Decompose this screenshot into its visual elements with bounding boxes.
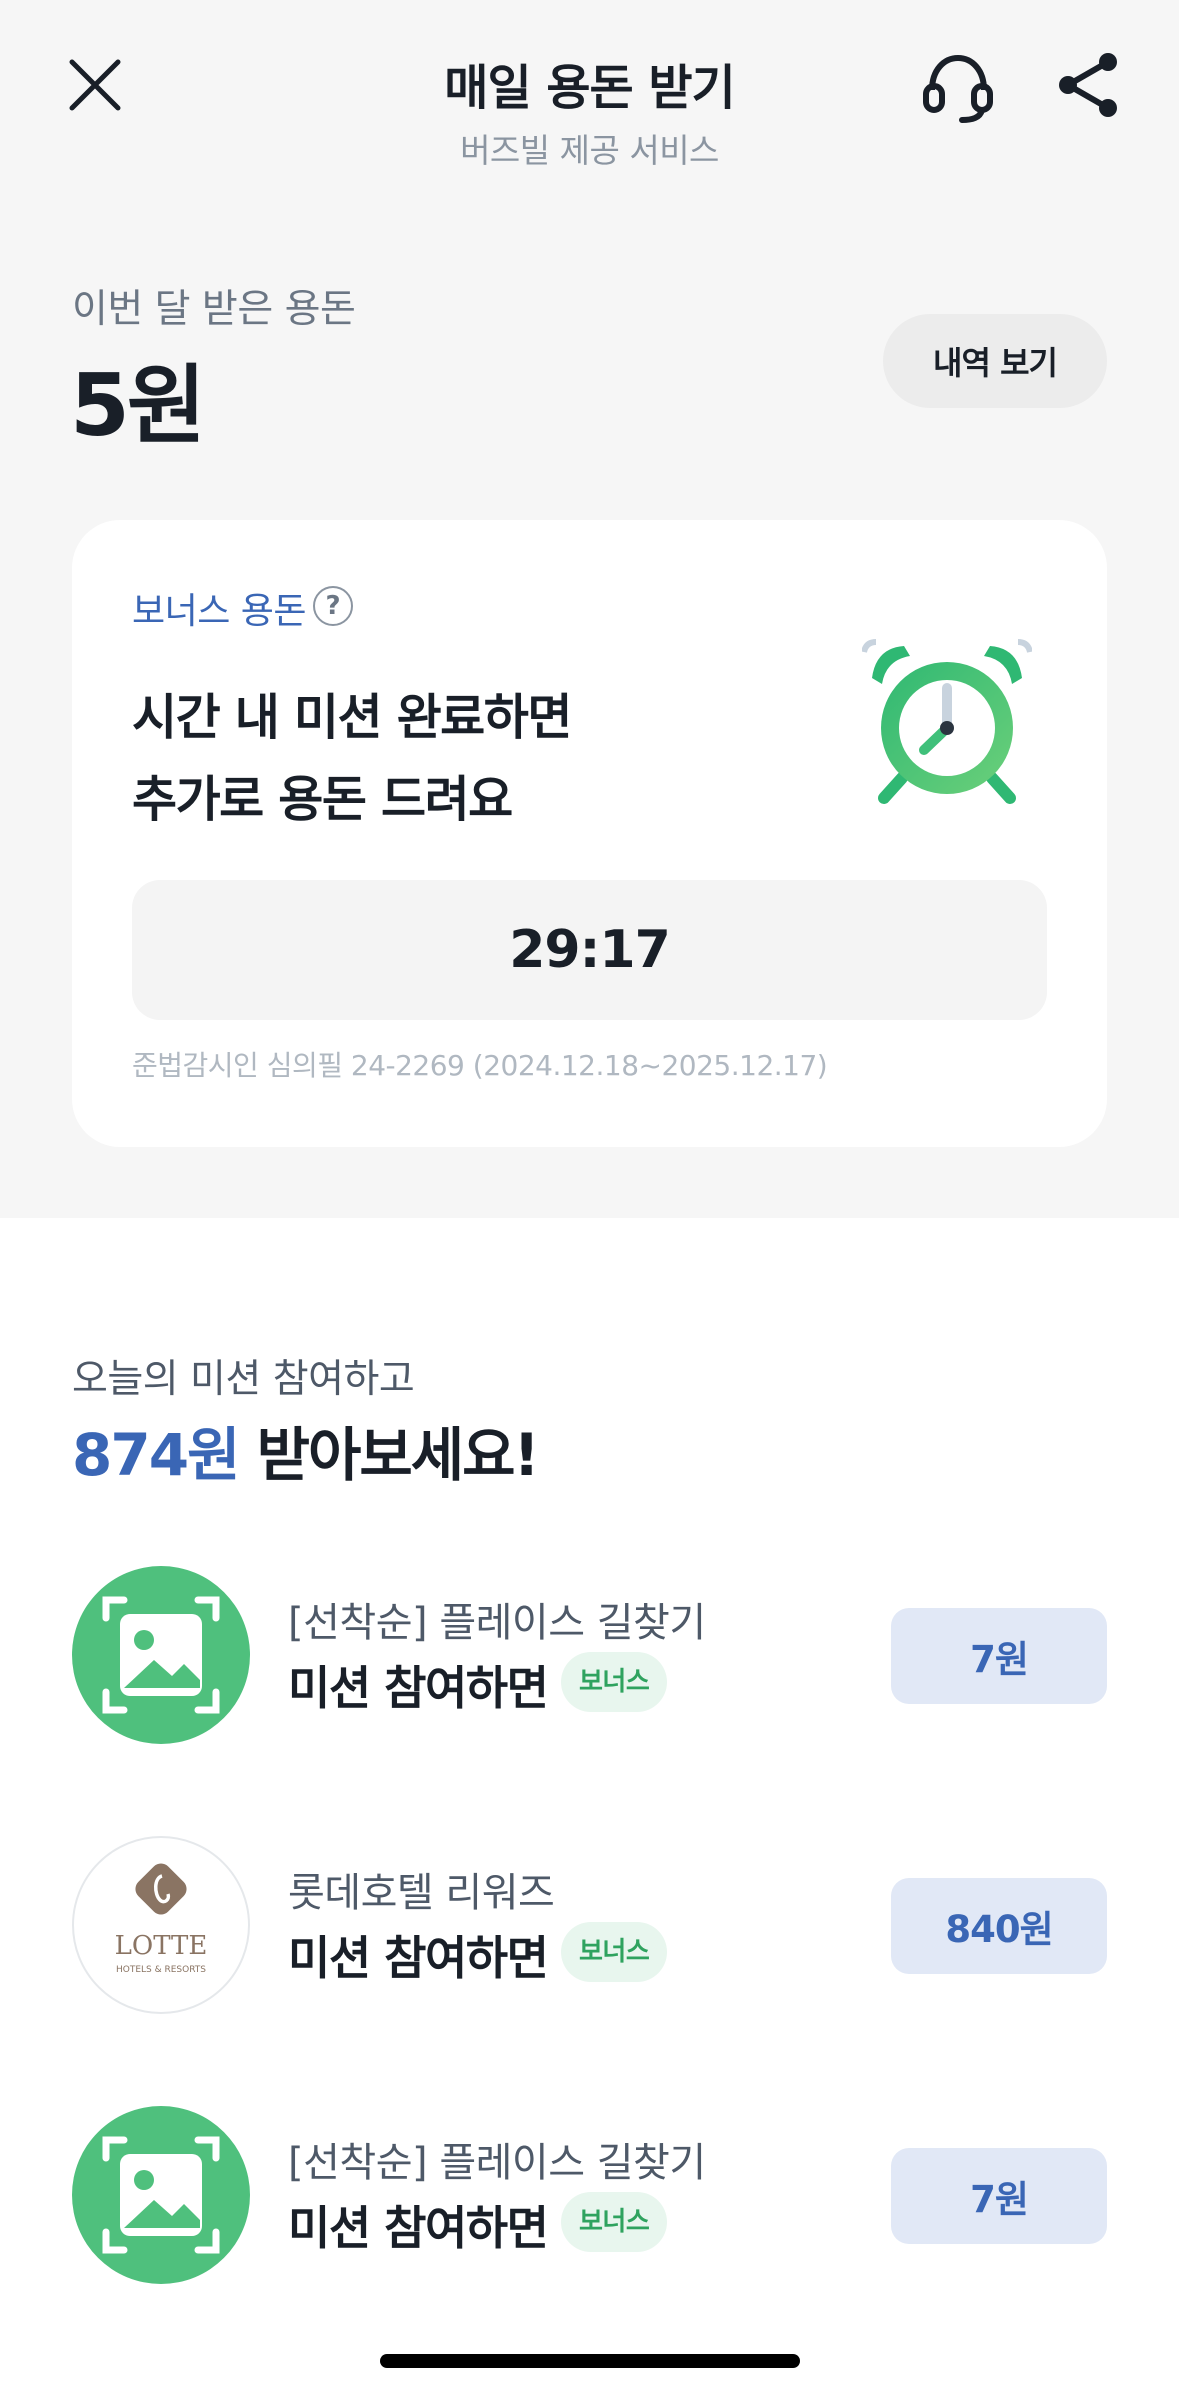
svg-text:LOTTE: LOTTE xyxy=(115,1931,208,1961)
bonus-badge: 보너스 xyxy=(561,2192,668,2252)
mission-desc: 미션 참여하면 xyxy=(288,2201,549,2255)
svg-text:HOTELS & RESORTS: HOTELS & RESORTS xyxy=(116,1965,206,1975)
missions-headline-text: 받아보세요! xyxy=(238,1421,540,1489)
missions-total-amount: 874원 xyxy=(72,1421,240,1489)
monthly-balance-amount: 5원 xyxy=(70,356,206,456)
mission-title: 롯데호텔 리워즈 xyxy=(288,1870,555,1916)
reward-button[interactable]: 7원 xyxy=(891,1608,1107,1704)
customer-support-button[interactable] xyxy=(918,50,998,126)
bonus-label: 보너스 용돈 xyxy=(132,591,307,632)
lotte-logo: LOTTE HOTELS & RESORTS xyxy=(72,1836,250,2014)
mission-title: [선착순] 플레이스 길찾기 xyxy=(288,2140,706,2186)
headset-icon xyxy=(923,54,993,123)
mission-row[interactable]: [선착순] 플레이스 길찾기 미션 참여하면 보너스 7원 xyxy=(0,1552,1179,1752)
reward-button[interactable]: 7원 xyxy=(891,2148,1107,2244)
monthly-balance-label: 이번 달 받은 용돈 xyxy=(72,287,356,332)
bonus-badge: 보너스 xyxy=(561,1922,668,1982)
legal-notice: 준법감시인 심의필 24-2269 (2024.12.18~2025.12.17… xyxy=(132,1049,828,1082)
page-subtitle: 버즈빌 제공 서비스 xyxy=(460,131,719,170)
mission-title: [선착순] 플레이스 길찾기 xyxy=(288,1600,706,1646)
mission-row[interactable]: LOTTE HOTELS & RESORTS 롯데호텔 리워즈 미션 참여하면 … xyxy=(0,1822,1179,2022)
bonus-card: 보너스 용돈 ? 시간 내 미션 완료하면 추가로 용돈 드려요 29:17 준… xyxy=(72,520,1107,1147)
image-placeholder-icon xyxy=(72,2106,250,2284)
bonus-headline-line2: 추가로 용돈 드려요 xyxy=(132,771,513,828)
missions-subtitle: 오늘의 미션 참여하고 xyxy=(72,1357,415,1402)
mission-desc: 미션 참여하면 xyxy=(288,1661,549,1715)
page-title: 매일 용돈 받기 xyxy=(444,60,735,116)
bonus-badge: 보너스 xyxy=(561,1652,668,1712)
share-icon xyxy=(1059,53,1117,117)
mission-desc: 미션 참여하면 xyxy=(288,1931,549,1985)
help-icon[interactable]: ? xyxy=(313,586,353,626)
image-placeholder-icon xyxy=(72,1566,250,1744)
mission-row[interactable]: [선착순] 플레이스 길찾기 미션 참여하면 보너스 7원 xyxy=(0,2092,1179,2292)
share-button[interactable] xyxy=(1054,50,1122,120)
bonus-timer: 29:17 xyxy=(132,880,1047,1020)
bonus-headline-line1: 시간 내 미션 완료하면 xyxy=(132,689,572,746)
missions-headline: 874원 받아보세요! xyxy=(72,1408,540,1492)
home-indicator[interactable] xyxy=(380,2354,800,2368)
reward-button[interactable]: 840원 xyxy=(891,1878,1107,1974)
alarm-clock-icon xyxy=(862,639,1032,804)
history-button[interactable]: 내역 보기 xyxy=(883,314,1107,408)
